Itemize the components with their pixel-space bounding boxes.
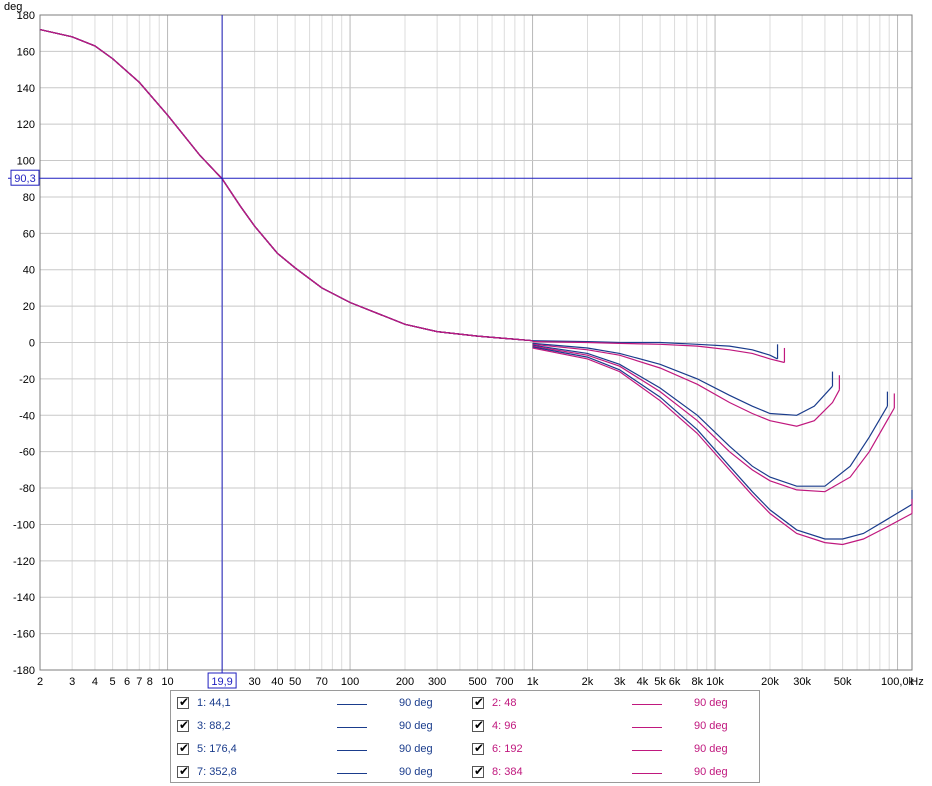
series-4-checkbox[interactable] — [472, 718, 484, 732]
y-tick-label: -180 — [13, 665, 35, 677]
x-tick-label: 10k — [706, 676, 724, 688]
x-tick-label: 2k — [582, 676, 594, 688]
x-tick-label: 4 — [92, 676, 98, 688]
series-2-checkbox[interactable] — [472, 695, 484, 709]
y-tick-label: 100 — [17, 156, 35, 168]
legend-swatch — [632, 773, 662, 774]
x-tick-label: 8k — [692, 676, 704, 688]
legend-swatch — [632, 750, 662, 751]
legend-value: 90 deg — [694, 697, 728, 709]
y-tick-label: 80 — [23, 192, 35, 204]
legend-label: 6: 192 — [492, 743, 523, 755]
x-axis-unit: Hz — [910, 676, 923, 688]
legend-label: 2: 48 — [492, 697, 517, 709]
x-tick-label: 50k — [834, 676, 852, 688]
x-tick-label: 7 — [136, 676, 142, 688]
y-tick-label: -120 — [13, 556, 35, 568]
phase-chart: 180160140120100806040200-20-40-60-80-100… — [4, 1, 924, 689]
legend-label: 3: 88,2 — [197, 720, 231, 732]
legend-item-4: 4: 96 90 deg — [466, 718, 761, 736]
legend-item-6: 6: 192 90 deg — [466, 741, 761, 759]
x-tick-label: 700 — [495, 676, 513, 688]
x-tick-label: 40 — [271, 676, 283, 688]
legend-swatch — [632, 704, 662, 705]
legend-value: 90 deg — [399, 720, 433, 732]
y-tick-label: 60 — [23, 228, 35, 240]
x-tick-label: 3 — [69, 676, 75, 688]
series-7-checkbox[interactable] — [177, 764, 189, 778]
y-tick-label: 40 — [23, 265, 35, 277]
legend-label: 5: 176,4 — [197, 743, 237, 755]
x-tick-label: 500 — [468, 676, 486, 688]
x-tick-label: 1k — [527, 676, 539, 688]
y-tick-label: -160 — [13, 629, 35, 641]
x-tick-label: 100 — [341, 676, 359, 688]
y-tick-label: -140 — [13, 592, 35, 604]
y-tick-label: -20 — [19, 374, 35, 386]
legend-item-8: 8: 384 90 deg — [466, 764, 761, 782]
y-tick-label: -100 — [13, 519, 35, 531]
legend-label: 7: 352,8 — [197, 766, 237, 778]
legend-value: 90 deg — [694, 766, 728, 778]
legend-swatch — [337, 750, 367, 751]
legend-item-7: 7: 352,8 90 deg — [171, 764, 466, 782]
series-3-checkbox[interactable] — [177, 718, 189, 732]
legend-row: 5: 176,4 90 deg 6: 192 90 deg — [171, 741, 759, 759]
x-tick-label: 5k — [654, 676, 666, 688]
series-5-checkbox[interactable] — [177, 741, 189, 755]
y-tick-label: 0 — [29, 338, 35, 350]
legend-swatch — [337, 773, 367, 774]
series-6-checkbox[interactable] — [472, 741, 484, 755]
y-tick-label: -40 — [19, 410, 35, 422]
legend-item-2: 2: 48 90 deg — [466, 695, 761, 713]
legend-value: 90 deg — [399, 766, 433, 778]
legend-value: 90 deg — [694, 720, 728, 732]
x-tick-label: 2 — [37, 676, 43, 688]
x-tick-label: 30 — [249, 676, 261, 688]
x-tick-label: 6 — [124, 676, 130, 688]
legend-label: 8: 384 — [492, 766, 523, 778]
legend-swatch — [337, 704, 367, 705]
x-tick-label: 5 — [110, 676, 116, 688]
legend-row: 7: 352,8 90 deg 8: 384 90 deg — [171, 764, 759, 782]
legend-row: 3: 88,2 90 deg 4: 96 90 deg — [171, 718, 759, 736]
legend-value: 90 deg — [399, 743, 433, 755]
cursor-y-label: 90,3 — [14, 173, 35, 185]
x-tick-label: 8 — [147, 676, 153, 688]
legend-value: 90 deg — [694, 743, 728, 755]
y-tick-label: 20 — [23, 301, 35, 313]
y-tick-label: 160 — [17, 46, 35, 58]
x-tick-label: 300 — [428, 676, 446, 688]
x-tick-label: 200 — [396, 676, 414, 688]
y-tick-label: 120 — [17, 119, 35, 131]
legend-item-1: 1: 44,1 90 deg — [171, 695, 466, 713]
cursor-x-label: 19,9 — [211, 676, 232, 688]
legend-value: 90 deg — [399, 697, 433, 709]
x-tick-label: 6k — [669, 676, 681, 688]
legend-swatch — [632, 727, 662, 728]
y-tick-label: -60 — [19, 447, 35, 459]
x-tick-label: 4k — [637, 676, 649, 688]
x-tick-label: 70 — [316, 676, 328, 688]
x-tick-label: 20k — [761, 676, 779, 688]
legend-label: 4: 96 — [492, 720, 517, 732]
series-1-checkbox[interactable] — [177, 695, 189, 709]
y-tick-label: -80 — [19, 483, 35, 495]
x-tick-label: 50 — [289, 676, 301, 688]
y-axis-title: deg — [4, 1, 22, 13]
legend-label: 1: 44,1 — [197, 697, 231, 709]
legend-swatch — [337, 727, 367, 728]
legend-row: 1: 44,1 90 deg 2: 48 90 deg — [171, 695, 759, 713]
x-tick-label: 30k — [793, 676, 811, 688]
legend-item-5: 5: 176,4 90 deg — [171, 741, 466, 759]
y-tick-label: 140 — [17, 83, 35, 95]
legend-panel: 1: 44,1 90 deg 2: 48 90 deg 3: 88,2 90 d… — [170, 690, 760, 783]
series-8-checkbox[interactable] — [472, 764, 484, 778]
legend-item-3: 3: 88,2 90 deg — [171, 718, 466, 736]
x-tick-label: 3k — [614, 676, 626, 688]
x-tick-label: 10 — [161, 676, 173, 688]
